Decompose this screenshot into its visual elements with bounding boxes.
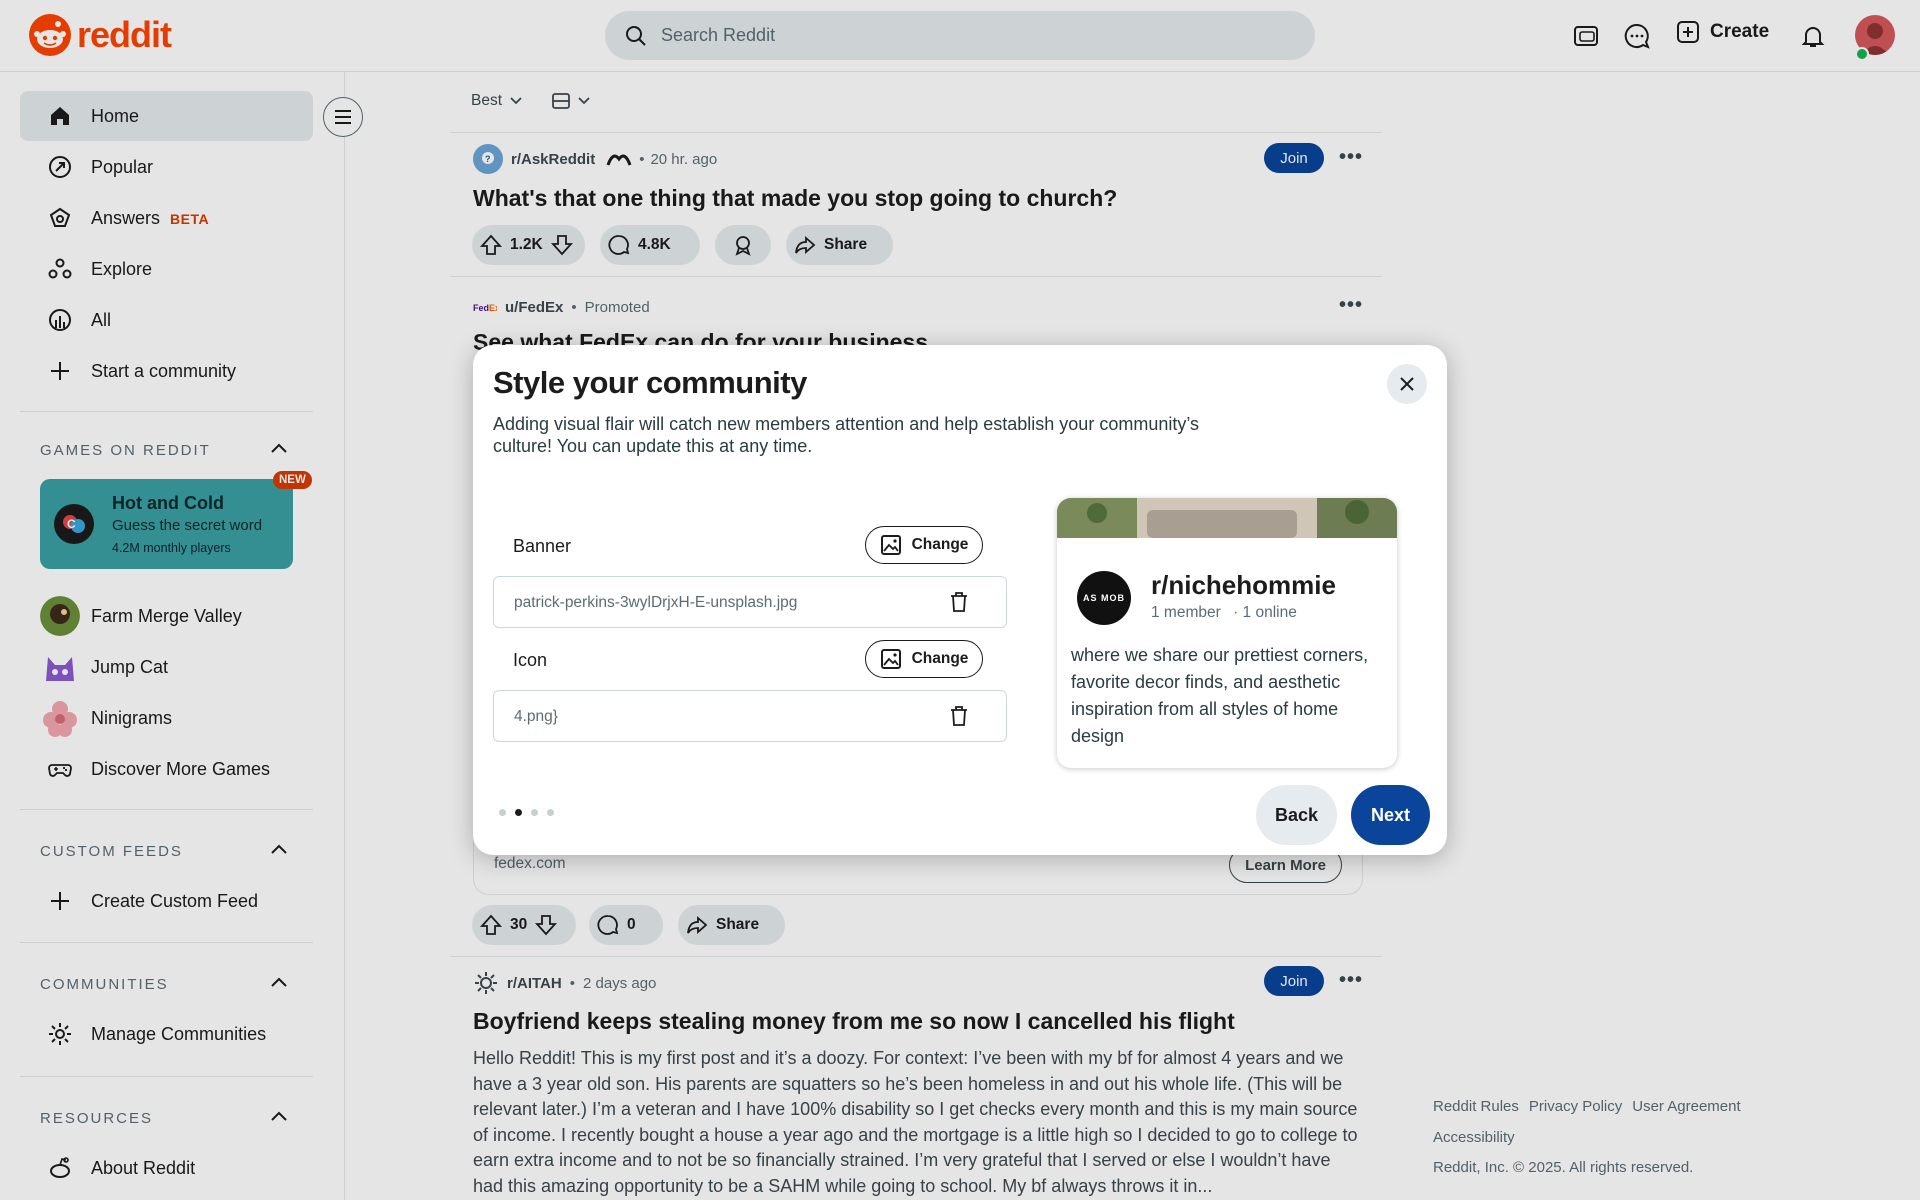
community-stats: 1 member · 1 online [1151, 604, 1297, 622]
step-indicator [499, 809, 554, 816]
member-count: 1 member [1151, 604, 1221, 621]
close-icon [1400, 377, 1414, 391]
icon-file-name: 4.png} [514, 708, 558, 725]
step-dot [547, 809, 554, 816]
delete-icon[interactable] [949, 591, 969, 613]
banner-file-name: patrick-perkins-3wylDrjxH-E-unsplash.jpg [514, 594, 798, 611]
close-button[interactable] [1387, 364, 1427, 404]
step-dot [499, 809, 506, 816]
modal-description: Adding visual flair will catch new membe… [493, 414, 1200, 456]
change-label: Change [911, 536, 969, 553]
online-count: · 1 online [1233, 604, 1297, 621]
modal-title: Style your community [493, 365, 807, 400]
back-button[interactable]: Back [1256, 785, 1337, 845]
step-dot [531, 809, 538, 816]
next-button[interactable]: Next [1351, 785, 1430, 845]
step-dot-active [515, 809, 522, 816]
style-community-modal: Style your community Adding visual flair… [473, 345, 1447, 855]
icon-label: Icon [513, 650, 548, 670]
image-icon [880, 649, 901, 669]
banner-label: Banner [513, 536, 572, 556]
change-banner-button[interactable]: Change [865, 526, 983, 564]
community-name: r/nichehommie [1151, 570, 1336, 600]
community-preview-card: AS MOB r/nichehommie 1 member · 1 online… [1057, 498, 1397, 768]
banner-image [1057, 498, 1397, 538]
banner-file-field[interactable]: patrick-perkins-3wylDrjxH-E-unsplash.jpg [493, 576, 1007, 628]
icon-file-field[interactable]: 4.png} [493, 690, 1007, 742]
image-icon [880, 535, 901, 555]
change-label: Change [911, 650, 969, 667]
community-icon: AS MOB [1077, 571, 1131, 625]
delete-icon[interactable] [949, 705, 969, 727]
change-icon-button[interactable]: Change [865, 640, 983, 678]
community-description: where we share our prettiest corners, fa… [1071, 645, 1369, 746]
